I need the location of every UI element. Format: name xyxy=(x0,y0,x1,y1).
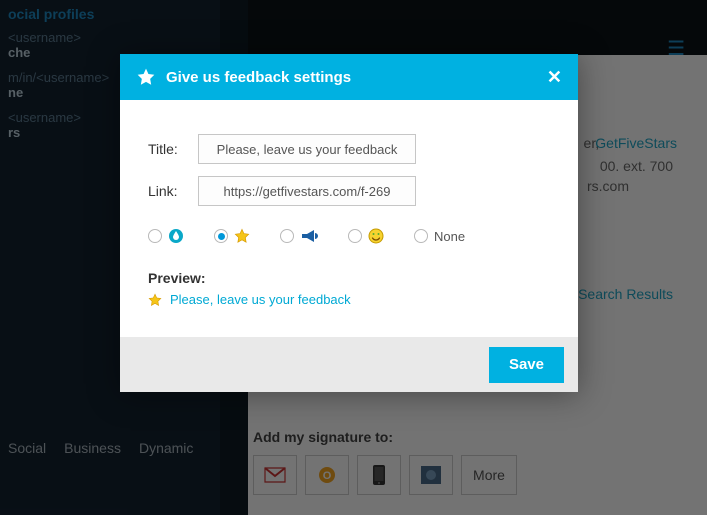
drop-icon xyxy=(168,228,184,244)
field-link: Link: xyxy=(148,176,550,206)
preview-heading: Preview: xyxy=(148,270,550,286)
radio[interactable] xyxy=(280,229,294,243)
icon-options: None xyxy=(148,228,550,244)
option-none[interactable]: None xyxy=(414,229,465,244)
star-icon xyxy=(234,228,250,244)
link-input[interactable] xyxy=(198,176,416,206)
dialog-header: Give us feedback settings ✕ xyxy=(120,54,578,100)
title-label: Title: xyxy=(148,141,198,157)
megaphone-icon xyxy=(300,228,318,244)
radio[interactable] xyxy=(148,229,162,243)
smile-icon xyxy=(368,228,384,244)
save-button[interactable]: Save xyxy=(489,347,564,383)
star-icon xyxy=(136,67,156,87)
close-icon[interactable]: ✕ xyxy=(547,67,562,88)
radio[interactable] xyxy=(214,229,228,243)
option-smile[interactable] xyxy=(348,228,384,244)
preview: Please, leave us your feedback xyxy=(148,292,550,307)
radio[interactable] xyxy=(414,229,428,243)
feedback-settings-dialog: Give us feedback settings ✕ Title: Link: xyxy=(120,54,578,392)
dialog-title: Give us feedback settings xyxy=(166,69,351,86)
field-title: Title: xyxy=(148,134,550,164)
preview-link[interactable]: Please, leave us your feedback xyxy=(170,292,351,307)
option-drop[interactable] xyxy=(148,228,184,244)
option-star[interactable] xyxy=(214,228,250,244)
radio[interactable] xyxy=(348,229,362,243)
link-label: Link: xyxy=(148,183,198,199)
dialog-footer: Save xyxy=(120,337,578,392)
star-icon xyxy=(148,293,162,307)
title-input[interactable] xyxy=(198,134,416,164)
none-label: None xyxy=(434,229,465,244)
dialog-body: Title: Link: xyxy=(120,100,578,337)
option-megaphone[interactable] xyxy=(280,228,318,244)
